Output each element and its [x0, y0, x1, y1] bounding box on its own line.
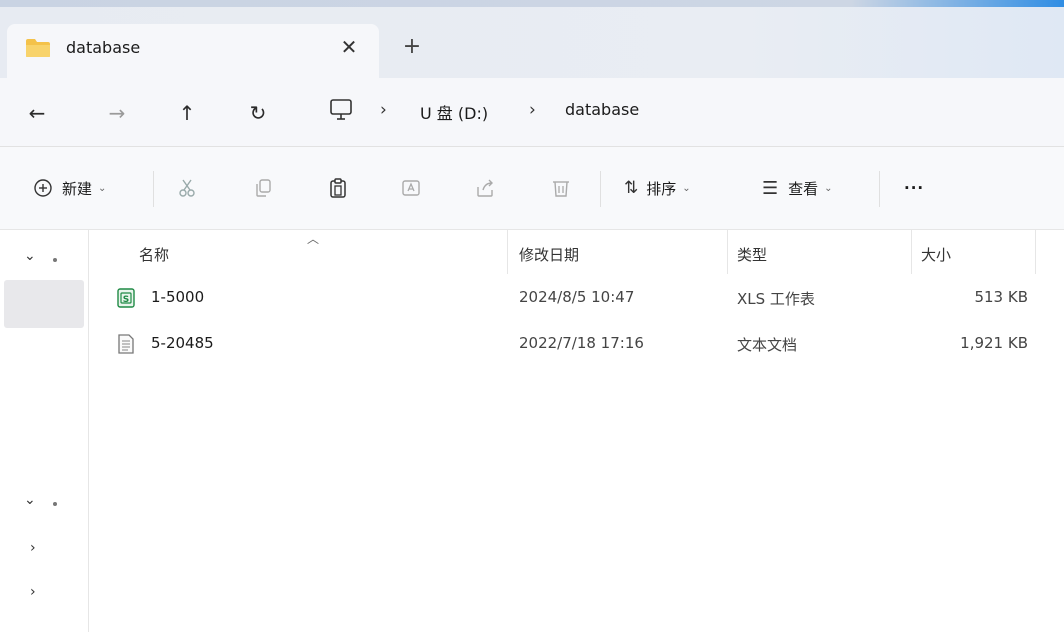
table-row[interactable]: 5-20485 2022/7/18 17:16 文本文档 1,921 KB — [117, 328, 1057, 364]
breadcrumb-item-database[interactable]: database — [565, 100, 639, 119]
file-name: 1-5000 — [151, 288, 205, 306]
table-row[interactable]: S 1-5000 2024/8/5 10:47 XLS 工作表 513 KB — [117, 282, 1057, 318]
title-bar: database ✕ + — [0, 0, 1064, 78]
share-icon — [477, 179, 493, 197]
column-header-modified[interactable]: 修改日期 — [519, 244, 579, 265]
plus-circle-icon — [34, 179, 52, 197]
breadcrumb-item-drive[interactable]: U 盘 (D:) — [420, 100, 488, 124]
file-list: ︿ 名称 修改日期 类型 大小 S 1-5000 2024/8/5 10:47 … — [89, 230, 1064, 632]
column-divider[interactable] — [727, 230, 728, 274]
file-size: 513 KB — [974, 288, 1028, 306]
copy-icon — [256, 179, 271, 197]
chevron-down-icon: ⌄ — [682, 182, 691, 194]
new-tab-button[interactable]: + — [400, 32, 424, 62]
computer-icon — [330, 99, 352, 120]
spreadsheet-icon: S — [117, 288, 135, 308]
text-file-icon — [118, 334, 134, 354]
view-label: 查看 — [788, 179, 819, 198]
rename-button[interactable] — [400, 173, 422, 203]
nav-dot — [53, 502, 57, 506]
chevron-down-icon: ⌄ — [98, 182, 107, 194]
navigation-pane: ⌄ ⌄ › › — [0, 230, 89, 632]
more-options-button[interactable]: ··· — [904, 173, 924, 203]
folder-icon — [26, 39, 50, 57]
up-button[interactable]: ↑ — [172, 98, 202, 128]
rename-icon — [402, 180, 420, 196]
nav-dot — [53, 258, 57, 262]
clipboard-icon — [330, 178, 346, 198]
scissors-icon — [179, 179, 195, 197]
file-size: 1,921 KB — [960, 334, 1028, 352]
column-header-type[interactable]: 类型 — [737, 244, 767, 265]
paste-button[interactable] — [327, 173, 349, 203]
chevron-right-icon: › — [380, 100, 387, 120]
chevron-down-icon[interactable]: ⌄ — [24, 248, 36, 264]
breadcrumb[interactable]: › U 盘 (D:) › database — [312, 90, 1064, 134]
file-modified: 2022/7/18 17:16 — [519, 334, 644, 352]
close-tab-button[interactable]: ✕ — [337, 32, 361, 62]
chevron-down-icon[interactable]: ⌄ — [24, 492, 36, 508]
new-label: 新建 — [62, 179, 93, 198]
refresh-button[interactable]: ↻ — [243, 98, 273, 128]
divider — [600, 171, 601, 207]
sort-button[interactable]: ⇅ 排序 ⌄ — [624, 173, 691, 203]
chevron-down-icon: ⌄ — [824, 182, 833, 194]
command-bar: 新建 ⌄ ⇅ 排序 ⌄ ☰ 查看 ⌄ ··· — [0, 147, 1064, 230]
tab-title: database — [66, 38, 141, 57]
sort-label: 排序 — [646, 179, 677, 198]
column-divider[interactable] — [911, 230, 912, 274]
delete-button[interactable] — [550, 173, 572, 203]
back-button[interactable]: ← — [22, 98, 52, 128]
new-button[interactable]: 新建 ⌄ — [32, 173, 106, 203]
list-icon: ☰ — [762, 177, 779, 199]
sort-ascending-icon: ︿ — [307, 232, 320, 246]
file-name: 5-20485 — [151, 334, 214, 352]
address-bar: ← → ↑ ↻ › U 盘 (D:) › database — [0, 78, 1064, 147]
view-button[interactable]: ☰ 查看 ⌄ — [762, 173, 833, 203]
file-type: 文本文档 — [737, 336, 798, 354]
column-header-name[interactable]: 名称 — [139, 244, 169, 265]
tab-database[interactable]: database ✕ — [7, 24, 379, 78]
sort-icon: ⇅ — [624, 178, 639, 198]
chevron-right-icon[interactable]: › — [30, 584, 36, 600]
column-header-size[interactable]: 大小 — [921, 244, 951, 265]
share-button[interactable] — [474, 173, 496, 203]
forward-button[interactable]: → — [102, 98, 132, 128]
column-divider[interactable] — [507, 230, 508, 274]
chevron-right-icon: › — [529, 100, 536, 120]
divider — [879, 171, 880, 207]
cut-button[interactable] — [176, 173, 198, 203]
column-divider[interactable] — [1035, 230, 1036, 274]
sidebar-item-selected[interactable] — [4, 280, 84, 328]
divider — [153, 171, 154, 207]
copy-button[interactable] — [252, 173, 274, 203]
chevron-right-icon[interactable]: › — [30, 540, 36, 556]
file-type: XLS 工作表 — [737, 290, 815, 308]
trash-icon — [553, 181, 569, 197]
file-modified: 2024/8/5 10:47 — [519, 288, 635, 306]
svg-text:S: S — [123, 295, 129, 305]
